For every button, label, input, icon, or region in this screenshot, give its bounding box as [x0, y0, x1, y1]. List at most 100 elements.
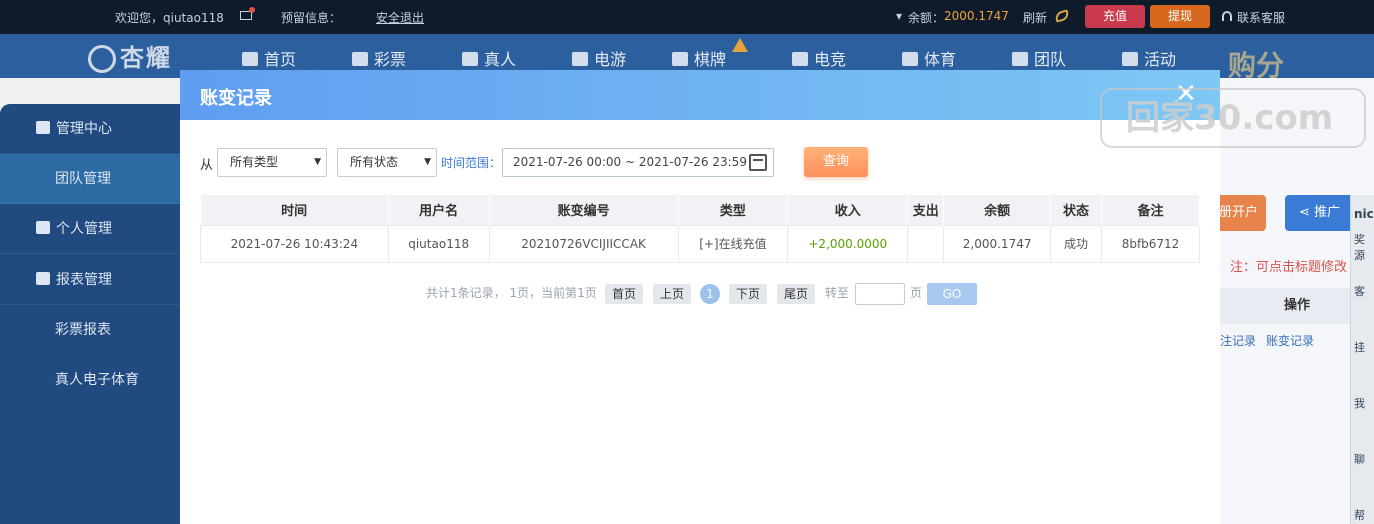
- column-header: 账变编号: [489, 195, 679, 225]
- go-button[interactable]: GO: [927, 283, 977, 305]
- user-icon: [36, 221, 50, 234]
- first-page-button[interactable]: 首页: [605, 284, 644, 304]
- cell-time: 2021-07-26 10:43:24: [200, 224, 389, 263]
- nav-item-slots[interactable]: 电游: [572, 46, 626, 70]
- watermark: 回家30.com: [1100, 88, 1366, 148]
- cell-balance: 2,000.1747: [943, 224, 1052, 263]
- status-select-value: 所有状态: [350, 155, 399, 169]
- sidebar-item-label: 报表管理: [56, 272, 112, 288]
- chevron-down-icon[interactable]: ▾: [896, 9, 902, 23]
- bet-record-link[interactable]: 注记录: [1220, 334, 1256, 348]
- nav-label: 电竞: [814, 50, 847, 69]
- modal-header: 账变记录 ✕: [180, 70, 1220, 120]
- site-logo[interactable]: 杏耀: [88, 38, 172, 73]
- report-icon: [36, 272, 50, 285]
- nav-item-live[interactable]: 真人: [462, 46, 516, 70]
- withdraw-button[interactable]: 提现: [1150, 5, 1210, 28]
- cards-icon: [672, 52, 688, 66]
- nav-item-home[interactable]: 首页: [242, 46, 296, 70]
- sidebar-item-team-management[interactable]: 团队管理: [0, 154, 180, 204]
- refresh-link[interactable]: 刷新: [1023, 9, 1047, 26]
- column-header: 状态: [1050, 195, 1103, 225]
- sidebar-item-management-center[interactable]: 管理中心: [0, 104, 180, 154]
- prev-page-button[interactable]: 上页: [653, 284, 692, 304]
- goto-page-input[interactable]: [855, 283, 905, 305]
- nav-label: 体育: [924, 50, 957, 69]
- nav-label: 彩票: [374, 50, 407, 69]
- nav-item-sports[interactable]: 体育: [902, 46, 956, 70]
- from-label: 从: [200, 158, 214, 173]
- nav-label: 真人: [484, 50, 517, 69]
- sidebar-item-live-sports-report[interactable]: 真人电子体育: [0, 355, 180, 405]
- support-link[interactable]: 联系客服: [1237, 9, 1285, 26]
- nav-label: 棋牌: [694, 50, 727, 69]
- column-header: 类型: [678, 195, 789, 225]
- trophy-icon: [902, 52, 918, 66]
- recharge-button[interactable]: 充值: [1085, 5, 1145, 28]
- nav-item-cards[interactable]: 棋牌: [672, 46, 726, 70]
- balance-value: 2000.1747: [944, 9, 1009, 23]
- top-bar: 欢迎您，qiutao118 预留信息： 安全退出 ▾ 余额： 2000.1747…: [0, 0, 1374, 34]
- time-range-label: 时间范围：: [441, 156, 502, 170]
- cell-remark: 8bfb6712: [1101, 224, 1200, 263]
- column-header: 支出: [907, 195, 945, 225]
- logout-link[interactable]: 安全退出: [376, 9, 424, 26]
- nav-item-lottery[interactable]: 彩票: [352, 46, 406, 70]
- gift-icon: [1122, 52, 1138, 66]
- account-change-link[interactable]: 账变记录: [1266, 334, 1314, 348]
- type-select[interactable]: 所有类型 ▼: [217, 148, 327, 177]
- float-panel-item[interactable]: 我: [1354, 395, 1374, 411]
- sidebar-item-report-management[interactable]: 报表管理: [0, 255, 180, 305]
- float-panel-item[interactable]: 挂: [1354, 339, 1374, 355]
- gamepad-icon: [792, 52, 808, 66]
- current-page-indicator[interactable]: 1: [700, 284, 720, 304]
- slot-machine-icon: [572, 52, 588, 66]
- sidebar-item-label: 团队管理: [55, 171, 111, 187]
- calendar-icon[interactable]: [749, 154, 767, 171]
- date-range-value: 2021-07-26 00:00 ~ 2021-07-26 23:59: [513, 155, 747, 169]
- nav-item-activity[interactable]: 活动: [1122, 46, 1176, 70]
- last-page-button[interactable]: 尾页: [777, 284, 816, 304]
- float-panel-item[interactable]: 聊: [1354, 451, 1374, 467]
- next-page-button[interactable]: 下页: [729, 284, 768, 304]
- nav-label: 电游: [594, 50, 627, 69]
- cell-username: qiutao118: [387, 224, 490, 263]
- pagination-summary: 共计1条记录， 1页，当前第1页: [426, 286, 597, 300]
- account-change-modal: 账变记录 ✕ 从 所有类型 ▼ 所有状态 ▼ 时间范围： 2021-07-26 …: [180, 70, 1220, 524]
- date-range-input[interactable]: 2021-07-26 00:00 ~ 2021-07-26 23:59: [502, 148, 774, 177]
- nav-label: 首页: [264, 50, 297, 69]
- float-panel-item[interactable]: 奖源: [1354, 231, 1374, 263]
- sidebar-item-personal-management[interactable]: 个人管理: [0, 204, 180, 254]
- column-header: 用户名: [388, 195, 490, 225]
- float-panel-item[interactable]: 帮: [1354, 507, 1374, 523]
- sidebar-item-lottery-report[interactable]: 彩票报表: [0, 305, 180, 355]
- cell-change-id: 20210726VCIJIICCAK: [488, 224, 679, 263]
- eye-hide-icon[interactable]: [1053, 9, 1071, 23]
- table-header-row: 时间 用户名 账变编号 类型 收入 支出 余额 状态 备注: [200, 195, 1200, 225]
- logo-text: 杏耀: [120, 44, 172, 72]
- balance-label: 余额：: [908, 11, 945, 25]
- reserved-info-label: 预留信息：: [281, 11, 342, 25]
- headset-icon[interactable]: [1222, 11, 1232, 21]
- cell-expense: [907, 224, 945, 263]
- edit-note: 注：可点击标题修改: [1230, 260, 1348, 275]
- floating-side-panel: nic 奖源 客 挂 我 聊 帮: [1350, 195, 1374, 524]
- column-header: 时间: [200, 195, 389, 225]
- nav-label: 团队: [1034, 50, 1067, 69]
- float-panel-item[interactable]: nic: [1354, 207, 1374, 221]
- float-panel-item[interactable]: 客: [1354, 283, 1374, 299]
- share-icon: ⋖: [1299, 205, 1315, 220]
- mail-icon[interactable]: [240, 7, 255, 20]
- modal-title: 账变记录: [200, 88, 272, 109]
- query-button[interactable]: 查询: [804, 147, 868, 177]
- cell-status: 成功: [1050, 224, 1103, 263]
- sidebar-item-label: 彩票报表: [55, 322, 111, 338]
- sidebar-item-label: 个人管理: [56, 221, 112, 237]
- cell-income: +2,000.0000: [787, 224, 909, 263]
- lottery-icon: [352, 52, 368, 66]
- hot-flag-icon: [732, 38, 748, 52]
- status-select[interactable]: 所有状态 ▼: [337, 148, 437, 177]
- nav-item-esports[interactable]: 电竞: [792, 46, 846, 70]
- column-header: 余额: [943, 195, 1052, 225]
- nav-item-team[interactable]: 团队: [1012, 46, 1066, 70]
